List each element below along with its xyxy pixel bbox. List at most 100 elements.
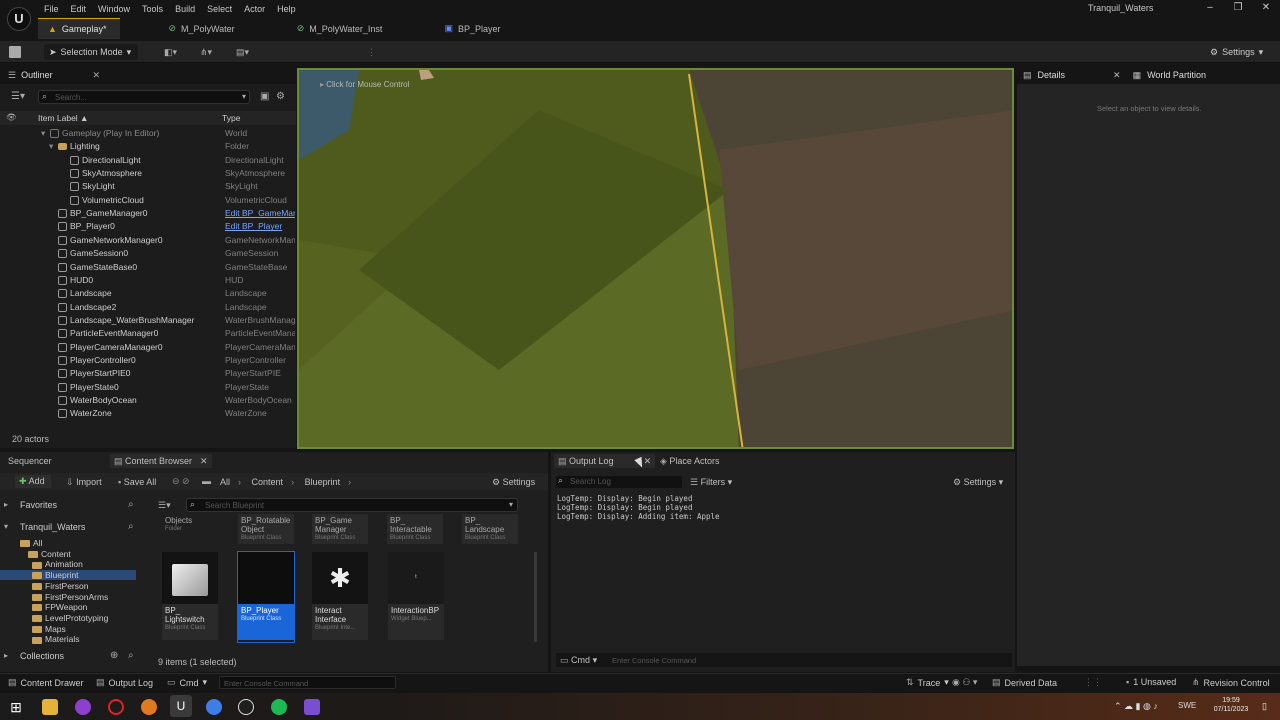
outliner-row[interactable]: ▾ Lighting Folder [0,140,296,153]
outliner-row[interactable]: VolumetricCloud VolumetricCloud [0,194,296,207]
asset-bp-rotatable-object[interactable]: BP_Rotatable Object Blueprint Class [238,514,294,544]
outliner-row[interactable]: HUD0 HUD [0,274,296,287]
folder-tree-item[interactable]: Blueprint [0,570,136,581]
add-button[interactable]: ✚ Add [15,475,51,488]
close-icon[interactable]: ✕ [1252,2,1280,13]
spotify-icon[interactable] [271,699,287,715]
place-actors-tab[interactable]: ◈ Place Actors [660,454,719,468]
add-folder-icon[interactable]: ▣ [260,91,269,102]
content-drawer-button[interactable]: ▤ Content Drawer [8,677,84,688]
folder-tree-item[interactable]: All [0,538,136,548]
filters-dropdown[interactable]: ☰ Filters ▾ [690,477,732,488]
close-tab-icon[interactable]: ✕ [1113,70,1121,81]
content-search-input[interactable]: ⌕ Search Blueprint ▾ [186,498,518,512]
menu-actor[interactable]: Actor [238,2,271,16]
asset-bp-landscape[interactable]: BP_ Landscape Blueprint Class [462,514,518,544]
breadcrumb-blueprint[interactable]: Blueprint [305,477,341,487]
tray-icons[interactable]: ⌃ ☁ ▮ ◍ ♪ [1114,701,1158,712]
chrome-icon[interactable] [206,699,222,715]
asset-bp-lightswitch[interactable]: BP_ Lightswitch Blueprint Class [162,552,218,642]
outliner-row[interactable]: WaterZone WaterZone [0,407,296,420]
gear-icon[interactable]: ⚙ [276,91,285,102]
type-column[interactable]: Type [222,113,240,123]
console-input[interactable]: Enter Console Command [612,656,696,665]
menu-window[interactable]: Window [92,2,136,16]
favorites-section[interactable]: ▸ Favorites ⌕ [0,498,145,512]
chevron-icon[interactable]: ▾ [41,127,45,140]
menu-select[interactable]: Select [201,2,238,16]
chevron-down-icon[interactable]: ▾ [509,500,513,509]
level-viewport[interactable] [297,68,1014,449]
tab-bp-player[interactable]: ▣ BP_Player [434,18,515,39]
import-button[interactable]: ⇩ Import [66,477,102,488]
add-actor-icon[interactable]: ◧▾ [164,44,177,60]
folder-tree-item[interactable]: FPWeapon [0,602,136,612]
menu-help[interactable]: Help [271,2,302,16]
sequencer-tab[interactable]: Sequencer [8,454,52,468]
outliner-row[interactable]: Landscape_WaterBrushManager WaterBrushMan… [0,314,296,327]
outliner-row[interactable]: WaterBodyOcean WaterBodyOcean [0,394,296,407]
revision-control-button[interactable]: ⋔ Revision Control [1192,677,1270,688]
cb-settings-button[interactable]: ⚙ Settings [492,477,535,488]
asset-bp-player[interactable]: BP_Player Blueprint Class [237,551,295,643]
windows-start-icon[interactable]: ⊞ [8,699,24,715]
breadcrumb-all[interactable]: All [220,477,230,487]
save-icon[interactable] [9,44,21,60]
outliner-row[interactable]: DirectionalLight DirectionalLight [0,154,296,167]
outliner-row[interactable]: SkyLight SkyLight [0,180,296,193]
close-tab-icon[interactable]: ✕ [200,456,208,466]
outliner-row[interactable]: PlayerController0 PlayerController [0,354,296,367]
folder-tree-item[interactable]: Maps [0,624,136,634]
chevron-down-icon[interactable]: ▾ [242,92,246,101]
outliner-row[interactable]: GameStateBase0 GameStateBase [0,261,296,274]
asset-bp-game-manager[interactable]: BP_Game Manager Blueprint Class [312,514,368,544]
asset-interactionbp[interactable]: ᵗ InteractionBP Widget Bluep... [388,552,444,642]
save-all-button[interactable]: ▪ Save All [118,477,156,487]
obs-icon[interactable] [75,699,91,715]
cmd-status-dropdown[interactable]: ▭ Cmd ▾ [167,677,207,688]
derived-data-button[interactable]: ▤ Derived Data [992,677,1057,688]
outliner-row[interactable]: ParticleEventManager0 ParticleEventManage… [0,327,296,340]
unsaved-button[interactable]: ▪ 1 Unsaved [1126,677,1176,687]
outliner-row-type[interactable]: Edit BP_Player [225,220,295,233]
outliner-row[interactable]: PlayerCameraManager0 PlayerCameraManager [0,341,296,354]
menu-build[interactable]: Build [169,2,201,16]
folder-icon[interactable]: ▬ [202,476,211,486]
blender-icon[interactable] [141,699,157,715]
filter-icon[interactable]: ☰▾ [11,91,25,102]
settings-button[interactable]: ⚙ Settings ▾ [1210,44,1263,60]
search-icon[interactable]: ⌕ [128,499,134,510]
maximize-icon[interactable]: ❐ [1224,2,1252,13]
folder-tree-item[interactable]: Animation [0,559,136,569]
unreal-logo-icon[interactable]: U [7,7,31,31]
folder-tree-item[interactable]: Content [0,549,136,559]
visual-studio-icon[interactable] [304,699,320,715]
source-control-icon[interactable]: ⋮⋮ [1084,677,1102,688]
outliner-search-input[interactable]: ⌕ Search... ▾ [38,90,250,104]
minimize-icon[interactable]: – [1196,2,1224,13]
asset-bp-interactable[interactable]: BP_ Interactable Blueprint Class [387,514,443,544]
outliner-row[interactable]: BP_GameManager0 Edit BP_GameManager [0,207,296,220]
outliner-row[interactable]: Landscape Landscape [0,287,296,300]
folder-tree-item[interactable]: Materials [0,634,136,644]
asset-interact-interface[interactable]: ✱ Interact Interface Blueprint Inte... [312,552,368,642]
chevron-icon[interactable]: ▾ [49,140,53,153]
search-icon[interactable]: ⌕ [128,650,134,661]
world-partition-tab[interactable]: World Partition [1147,70,1206,80]
visibility-icon[interactable]: 👁 [6,112,17,123]
cmd-dropdown[interactable]: ▭ Cmd ▾ [560,655,597,666]
status-console-input[interactable]: Enter Console Command [219,676,396,689]
chatgpt-icon[interactable] [238,699,254,715]
folder-tree-item[interactable]: FirstPerson [0,581,136,591]
output-log-button[interactable]: ▤ Output Log [96,677,153,688]
language-indicator[interactable]: SWE [1178,701,1196,710]
folder-tree-item[interactable]: FirstPersonArms [0,592,136,602]
outliner-row[interactable]: PlayerState0 PlayerState [0,381,296,394]
menu-edit[interactable]: Edit [65,2,93,16]
tab-gameplay[interactable]: ▲ Gameplay* [38,18,121,39]
search-icon[interactable]: ⌕ [128,521,134,532]
file-explorer-icon[interactable] [42,699,58,715]
outliner-row[interactable]: Landscape2 Landscape [0,301,296,314]
collections-section[interactable]: ▸ Collections ⊕ ⌕ [0,649,145,663]
log-search-input[interactable]: ⌕ Search Log [556,475,682,488]
